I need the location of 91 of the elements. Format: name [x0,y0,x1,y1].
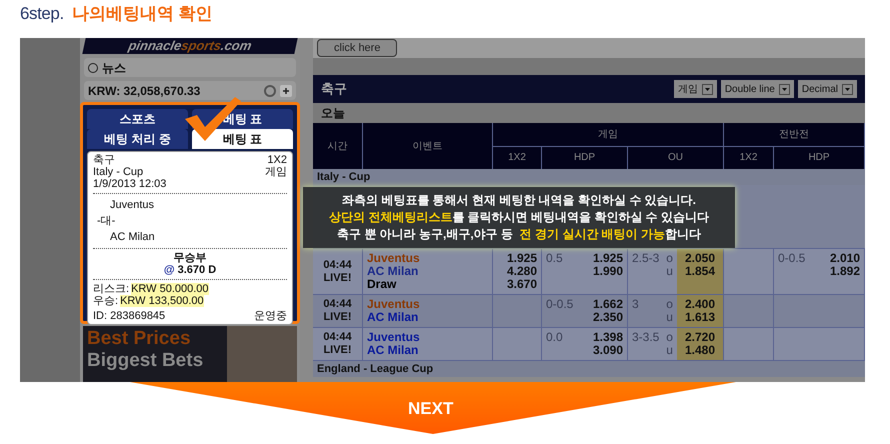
match-time: 04:44 [323,331,352,344]
odds-value[interactable]: 2.350 [592,311,623,324]
view-select[interactable]: Double line [720,80,794,98]
banner-headline: Best Prices [87,328,192,350]
risk-label: 리스크: [93,283,130,295]
add-icon[interactable] [280,84,292,96]
handicap-line: 3 [632,298,639,311]
click-here-button[interactable]: click here [317,39,398,57]
promo-banner[interactable]: Best Prices Biggest Bets [83,326,297,382]
next-label[interactable]: NEXT [408,396,454,422]
panel-tab[interactable]: 베팅 표 [192,129,293,149]
slip-team: Juventus [109,198,156,213]
over-under-label: o [666,252,673,265]
panel-tab[interactable]: 베팅 처리 중 [87,129,188,149]
column-group-header: 전반전 [724,123,865,146]
odds-value[interactable]: 1.613 [684,311,715,324]
handicap-line: 3-3.5 [632,331,660,344]
next-arrow[interactable] [130,382,736,434]
win-amount: KRW 133,500.00 [120,295,204,307]
news-bar[interactable]: 뉴스 [84,58,296,77]
balance-text: KRW: 32,058,670.33 [88,82,200,100]
slip-pick: 무승부 [174,252,206,264]
team-name[interactable]: AC Milan [367,311,418,324]
caret-icon [702,84,713,94]
photo-placeholder [227,326,297,382]
day-label: 오늘 [321,105,345,122]
win-label: 우승: [93,295,118,307]
step-title: 나의베팅내역 확인 [72,2,212,24]
view-select[interactable]: Decimal [798,80,857,98]
odds-value[interactable]: 2.050 [684,252,715,265]
column-group-header: 게임 [493,123,724,146]
callout-text: 상단의 전체베팅리스트를 클릭하시면 베팅내역을 확인하실 수 있습니다 [328,209,709,226]
handicap-line: 0-0.5 [778,252,806,265]
match-time: 04:44 [323,298,352,311]
live-label: LIVE! [323,344,352,357]
slip-versus: -대- [96,214,116,229]
caret-icon [778,84,790,94]
callout-text: 좌측의 베팅표를 통해서 현재 베팅한 내역을 확인하실 수 있습니다. [342,192,696,209]
view-select[interactable]: 게임 [674,80,717,98]
team-name[interactable]: Juventus [367,331,420,344]
live-label: LIVE! [323,272,352,284]
slip-date: 1/9/2013 12:03 [93,178,168,190]
league-name: England - League Cup [317,363,434,375]
slip-status: 운영중 [254,310,287,322]
slip-period: 게임 [265,166,287,178]
step-label: 6step. [20,2,64,24]
odds-value[interactable]: 1.892 [830,265,860,278]
banner-headline: Biggest Bets [87,350,204,372]
handicap-line: 0-0.5 [546,298,574,311]
match-time: 04:44 [323,258,352,272]
team-name[interactable]: AC Milan [367,344,418,357]
info-icon [88,62,98,72]
slip-id: ID: 283869845 [93,310,166,322]
odds-value[interactable]: 2.400 [684,298,715,311]
odds-value[interactable]: 1.480 [684,344,715,357]
over-under-label: u [666,311,673,324]
handicap-line: 0.0 [546,331,563,344]
odds-value[interactable]: 1.925 [592,252,623,265]
slip-market: 1X2 [267,154,287,166]
odds-value[interactable]: 2.010 [830,252,860,265]
caret-icon [842,84,853,94]
odds-value[interactable]: 3.090 [592,344,623,357]
team-name[interactable]: AC Milan [367,265,418,278]
odds-value[interactable]: 2.720 [684,331,715,344]
over-under-label: o [666,331,673,344]
sport-title: 축구 [321,80,347,98]
slip-team: AC Milan [109,230,156,245]
site-logo[interactable]: pinnaclesports.com [82,38,298,54]
odds-value[interactable]: 1.662 [592,298,623,311]
slip-league: Italy - Cup [93,166,144,178]
odds-value[interactable]: 1.925 [506,252,537,265]
league-name: Italy - Cup [317,171,370,183]
slip-price: @ 3.670 D [164,264,216,276]
odds-value[interactable]: 3.670 [506,278,537,291]
live-label: LIVE! [323,311,352,324]
callout-text: 축구 뿐 아니라 농구,배구,야구 등 전 경기 실시간 배팅이 가능합니다 [336,226,701,243]
over-under-label: o [666,298,673,311]
handicap-line: 2.5-3 [632,252,660,265]
odds-value[interactable]: 1.854 [684,265,715,278]
refresh-icon[interactable] [264,84,276,96]
news-label: 뉴스 [102,60,126,76]
over-under-label: u [666,344,673,357]
panel-tab[interactable]: 스포츠 [87,109,188,129]
odds-value[interactable]: 1.990 [592,265,623,278]
team-name[interactable]: Draw [367,278,396,291]
odds-value[interactable]: 4.280 [506,265,537,278]
handicap-line: 0.5 [546,252,563,265]
risk-amount: KRW 50.000.00 [131,283,209,295]
slip-sport: 축구 [93,154,115,166]
over-under-label: u [666,265,673,278]
odds-value[interactable]: 1.398 [592,331,623,344]
